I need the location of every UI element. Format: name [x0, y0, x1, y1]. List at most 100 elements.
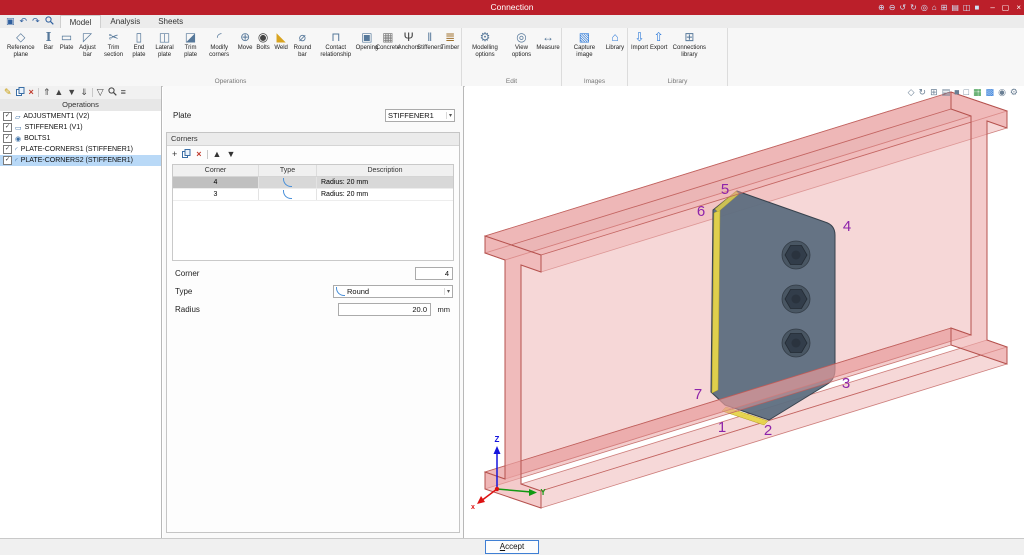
- concrete-button[interactable]: ▦Concrete: [377, 29, 399, 73]
- add-corner-icon[interactable]: +: [172, 150, 177, 159]
- weld-button[interactable]: ◣Weld: [272, 29, 290, 73]
- reference-plane-button[interactable]: ◇Reference plane: [2, 29, 40, 73]
- trim-plate-button[interactable]: ◪Trim plate: [179, 29, 202, 73]
- checkbox-checked[interactable]: ✓: [3, 112, 12, 121]
- radius-input[interactable]: 20.0: [338, 303, 431, 316]
- move-up-icon[interactable]: ▲: [54, 88, 63, 97]
- end-plate-button[interactable]: ▯End plate: [128, 29, 151, 73]
- export-button[interactable]: ⇧Export: [649, 29, 668, 73]
- table-row[interactable]: 4 Radius: 20 mm: [173, 177, 453, 189]
- bolt[interactable]: [782, 329, 810, 357]
- timber-button[interactable]: ≣Timber: [441, 29, 459, 73]
- rotate-view-icon[interactable]: ↻: [919, 88, 927, 97]
- list-options-icon[interactable]: ≡: [121, 88, 126, 97]
- delete-corner-icon[interactable]: ×: [196, 150, 201, 159]
- bolt[interactable]: [782, 285, 810, 313]
- checkbox-checked[interactable]: ✓: [3, 134, 12, 143]
- round-corner-icon: [336, 287, 345, 296]
- description-cell: Radius: 20 mm: [317, 177, 453, 188]
- edit-operation-icon[interactable]: ✎: [4, 88, 12, 97]
- zoom-extents-icon[interactable]: ⊞: [930, 88, 938, 97]
- image-library-button[interactable]: ⌂Library: [605, 29, 625, 73]
- tree-search-icon[interactable]: [108, 87, 117, 98]
- bar-button[interactable]: IBar: [40, 29, 58, 73]
- delete-operation-icon[interactable]: ×: [29, 88, 34, 97]
- table-row[interactable]: 3 Radius: 20 mm: [173, 189, 453, 201]
- anchors-button[interactable]: ΨAnchors: [399, 29, 419, 73]
- visibility-icon[interactable]: ◉: [998, 88, 1006, 97]
- copy-operation-icon[interactable]: [16, 87, 25, 98]
- save-icon[interactable]: ▣: [6, 17, 15, 26]
- column-header-description[interactable]: Description: [317, 165, 453, 176]
- tab-model[interactable]: Model: [60, 15, 102, 29]
- corner-move-up-icon[interactable]: ▲: [213, 150, 222, 159]
- move-down-icon[interactable]: ▼: [67, 88, 76, 97]
- solid-view-icon[interactable]: ■: [954, 88, 959, 97]
- corner-input[interactable]: 4: [415, 267, 453, 280]
- column-header-type[interactable]: Type: [259, 165, 317, 176]
- tab-analysis[interactable]: Analysis: [101, 15, 149, 28]
- bolts-button[interactable]: ◉Bolts: [254, 29, 272, 73]
- modelling-options-button[interactable]: ⚙Modelling options: [464, 29, 506, 73]
- adjust-bar-button[interactable]: ◸Adjust bar: [76, 29, 100, 73]
- zoom-in-icon[interactable]: ⊕: [878, 4, 885, 12]
- viewport-3d[interactable]: ◇ ↻ ⊞ ▤ ■ □ ▦ ▩ ◉ ⚙: [465, 86, 1024, 539]
- tab-sheets[interactable]: Sheets: [149, 15, 192, 28]
- close-button[interactable]: ×: [1016, 3, 1021, 12]
- plate-select[interactable]: STIFFENER1 ▾: [385, 109, 455, 122]
- solid-view-icon[interactable]: ■: [974, 4, 979, 12]
- import-button[interactable]: ⇩Import: [630, 29, 649, 73]
- redo-icon[interactable]: ↷: [32, 17, 40, 26]
- trim-section-button[interactable]: ✂Trim section: [99, 29, 127, 73]
- tree-item-plate-corners2[interactable]: ✓ ◜ PLATE-CORNERS2 (STIFFENER1): [0, 155, 161, 166]
- zoom-out-icon[interactable]: ⊖: [889, 4, 896, 12]
- tree-item-bolts1[interactable]: ✓ ◉ BOLTS1: [0, 133, 161, 144]
- collapse-all-icon[interactable]: ⇑: [43, 88, 51, 97]
- mesh-view-icon[interactable]: ▩: [986, 88, 995, 97]
- opening-button[interactable]: ▣Opening: [357, 29, 377, 73]
- tree-item-plate-corners1[interactable]: ✓ ◜ PLATE-CORNERS1 (STIFFENER1): [0, 144, 161, 155]
- column-header-corner[interactable]: Corner: [173, 165, 259, 176]
- checkbox-checked[interactable]: ✓: [3, 145, 12, 154]
- stiffeners-button[interactable]: ‖Stiffeners: [419, 29, 441, 73]
- maximize-button[interactable]: ▢: [1002, 3, 1010, 12]
- grid-icon[interactable]: ⊞: [941, 4, 948, 12]
- tree-item-adjustment1[interactable]: ✓ ▱ ADJUSTMENT1 (V2): [0, 111, 161, 122]
- print-icon[interactable]: ▤: [942, 88, 951, 97]
- home-view-icon[interactable]: ⌂: [932, 4, 937, 12]
- view-settings-icon[interactable]: ⚙: [1010, 88, 1018, 97]
- search-icon[interactable]: [45, 16, 54, 27]
- type-select[interactable]: Round ▾: [333, 285, 453, 298]
- expand-all-icon[interactable]: ⇓: [80, 88, 88, 97]
- checkbox-checked[interactable]: ✓: [3, 156, 12, 165]
- corner-cell: 4: [173, 177, 259, 188]
- round-bar-button[interactable]: ⌀Round bar: [290, 29, 315, 73]
- split-view-icon[interactable]: ◫: [963, 4, 971, 12]
- view-cube-icon[interactable]: ◇: [908, 88, 915, 97]
- undo-icon[interactable]: ↶: [20, 17, 28, 26]
- bolt[interactable]: [782, 241, 810, 269]
- contact-relationship-button[interactable]: ⊓Contact relationship: [315, 29, 357, 73]
- wireframe-view-icon[interactable]: □: [964, 88, 969, 97]
- tree-item-stiffener1[interactable]: ✓ ▭ STIFFENER1 (V1): [0, 122, 161, 133]
- lateral-plate-button[interactable]: ◫Lateral plate: [150, 29, 179, 73]
- measure-button[interactable]: ↔Measure: [537, 29, 559, 73]
- plates-view-icon[interactable]: ▦: [973, 88, 982, 97]
- minimize-button[interactable]: –: [990, 3, 994, 12]
- modify-corners-button[interactable]: ◜Modify corners: [202, 29, 236, 73]
- copy-corner-icon[interactable]: [182, 149, 191, 160]
- corner-move-down-icon[interactable]: ▼: [226, 150, 235, 159]
- accept-button[interactable]: Accept: [485, 540, 539, 554]
- viewport-scene[interactable]: Z Y x 1 2 3 4 5 6 7: [465, 86, 1024, 539]
- report-icon[interactable]: ▤: [951, 4, 959, 12]
- move-button[interactable]: ⊕Move: [236, 29, 254, 73]
- plate-button[interactable]: ▭Plate: [58, 29, 76, 73]
- view-options-button[interactable]: ◎View options: [506, 29, 537, 73]
- filter-icon[interactable]: ▽: [97, 88, 104, 97]
- connections-library-button[interactable]: ⊞Connections library: [668, 29, 710, 73]
- target-icon[interactable]: ◎: [921, 4, 928, 12]
- capture-image-button[interactable]: ▧Capture image: [564, 29, 605, 73]
- checkbox-checked[interactable]: ✓: [3, 123, 12, 132]
- undo-view-icon[interactable]: ↺: [899, 4, 906, 12]
- redo-view-icon[interactable]: ↻: [910, 4, 917, 12]
